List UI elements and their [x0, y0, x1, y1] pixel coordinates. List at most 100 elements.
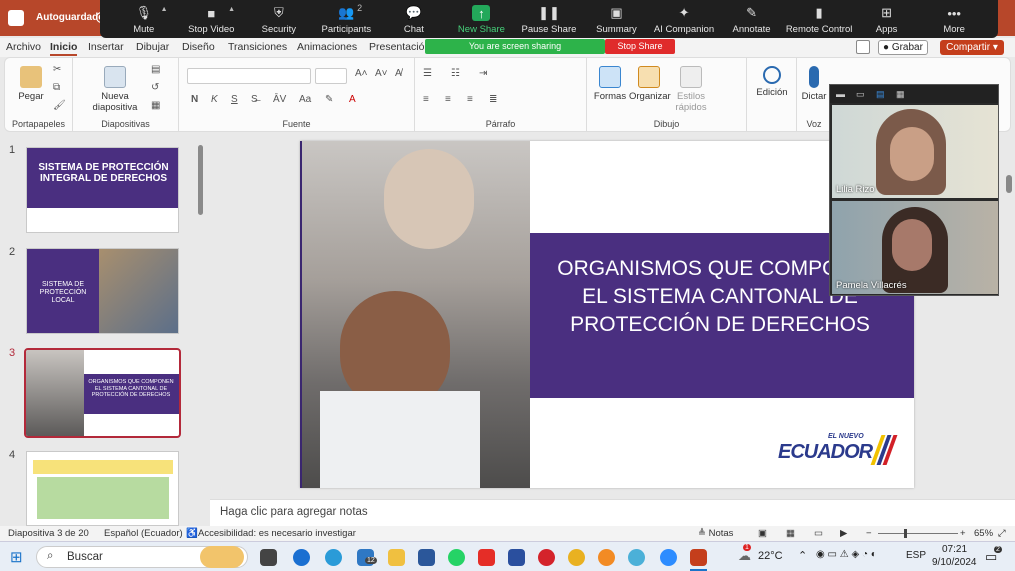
chrome-icon[interactable]: [568, 549, 585, 566]
arrange-button[interactable]: Organizar: [629, 66, 671, 102]
edge-icon[interactable]: [325, 549, 342, 566]
shrink-font-icon[interactable]: A˅: [375, 68, 388, 79]
quick-styles-button[interactable]: Estilos rápidos: [673, 66, 709, 113]
font-color-icon[interactable]: A: [349, 94, 356, 105]
mute-button[interactable]: 🎙 Mute ▲: [110, 0, 178, 35]
numbering-icon[interactable]: ☷: [451, 68, 460, 79]
opera-icon[interactable]: [538, 549, 555, 566]
slide-thumbnail-4[interactable]: [26, 451, 179, 526]
remote-control-button[interactable]: ▮ Remote Control: [785, 0, 853, 35]
whatsapp-icon[interactable]: [448, 549, 465, 566]
word-icon[interactable]: [418, 549, 435, 566]
ai-companion-button[interactable]: ✦ AI Companion: [650, 0, 718, 35]
tab-inicio[interactable]: Inicio: [50, 41, 78, 56]
slideshow-icon[interactable]: ▶: [840, 528, 847, 539]
chevron-up-icon[interactable]: ▲: [161, 6, 168, 13]
mail-icon[interactable]: 12: [357, 549, 377, 566]
slide-thumbnail-3[interactable]: ORGANISMOS QUE COMPONEN EL SISTEMA CANTO…: [24, 348, 181, 438]
align-center-icon[interactable]: ≡: [445, 94, 451, 105]
clock-date[interactable]: 9/10/2024: [932, 557, 977, 568]
firefox-icon[interactable]: [598, 549, 615, 566]
windows-start-icon[interactable]: ⊞: [10, 548, 23, 566]
slide-thumbnail-1[interactable]: SISTEMA DE PROTECCIÓN INTEGRAL DE DERECH…: [26, 147, 179, 233]
case-icon[interactable]: Aa: [299, 94, 311, 105]
share-button[interactable]: Compartir ▾: [940, 40, 1004, 55]
summary-button[interactable]: ▣ Summary: [583, 0, 651, 35]
section-icon[interactable]: ▦: [151, 100, 160, 111]
tab-dibujar[interactable]: Dibujar: [136, 41, 169, 53]
format-painter-icon[interactable]: 🖌: [53, 100, 66, 111]
facebook-icon[interactable]: [293, 549, 310, 566]
align-right-icon[interactable]: ≡: [467, 94, 473, 105]
tray-icons[interactable]: ◉ ▭ ⚠ ◈ ◔ ◐: [816, 549, 877, 560]
font-size-select[interactable]: [315, 68, 347, 84]
notes-pane[interactable]: Haga clic para agregar notas: [210, 499, 1015, 526]
slide-sorter-icon[interactable]: ▦: [786, 528, 795, 539]
spacing-icon[interactable]: ĀV: [273, 94, 286, 105]
bold-icon[interactable]: N: [191, 94, 198, 105]
current-slide[interactable]: ConsejoIgualdad I ORGANISMOS QUE COMPONE…: [300, 141, 914, 488]
layout-icon[interactable]: ▤: [151, 64, 160, 75]
tab-archivo[interactable]: Archivo: [6, 41, 41, 53]
slide-scrollbar[interactable]: [1004, 100, 1014, 470]
editing-button[interactable]: Edición: [751, 66, 793, 98]
indent-icon[interactable]: ⇥: [479, 68, 487, 79]
cut-icon[interactable]: ✂: [53, 64, 61, 75]
flowers-widget-icon[interactable]: [200, 546, 244, 568]
clock-time[interactable]: 07:21: [942, 544, 967, 555]
tab-animaciones[interactable]: Animaciones: [297, 41, 357, 53]
gallery-view-icon[interactable]: ▦: [896, 89, 905, 100]
new-slide-button[interactable]: Nueva diapositiva: [87, 66, 143, 113]
vpn-icon[interactable]: [508, 549, 525, 566]
strikethrough-icon[interactable]: S̶: [251, 94, 258, 105]
pause-share-button[interactable]: ❚❚ Pause Share: [515, 0, 583, 35]
zoom-slider-thumb[interactable]: [904, 529, 907, 538]
tab-insertar[interactable]: Insertar: [88, 41, 124, 53]
participants-button[interactable]: 👥 Participants 2: [313, 0, 381, 35]
reading-view-icon[interactable]: ▭: [814, 528, 823, 539]
paste-button[interactable]: Pegar: [13, 66, 49, 102]
video-tile-1[interactable]: Lilia Rizo: [832, 105, 998, 198]
grow-font-icon[interactable]: A˄: [355, 68, 368, 79]
video-tile-2[interactable]: Pamela Villacrés: [832, 201, 998, 294]
chat-button[interactable]: 💬 Chat: [380, 0, 448, 35]
tab-diseno[interactable]: Diseño: [182, 41, 215, 53]
speaker-view-icon[interactable]: ▭: [856, 89, 865, 100]
font-family-select[interactable]: [187, 68, 311, 84]
zoom-level[interactable]: 65%: [974, 528, 993, 539]
powerpoint-taskbar-icon[interactable]: [690, 549, 707, 566]
highlight-icon[interactable]: ✎: [325, 94, 333, 105]
annotate-button[interactable]: ✎ Annotate: [718, 0, 786, 35]
chevron-up-icon[interactable]: ▲: [228, 6, 235, 13]
notes-button[interactable]: ≜ Notas: [698, 528, 733, 539]
zoom-in-button[interactable]: +: [960, 528, 966, 539]
record-button[interactable]: ● Grabar: [878, 40, 928, 55]
youtube-icon[interactable]: [478, 549, 495, 566]
task-view-icon[interactable]: [260, 549, 277, 566]
comments-icon[interactable]: [856, 40, 870, 54]
temperature[interactable]: 22°C: [758, 550, 783, 562]
dictate-button[interactable]: Dictar: [799, 66, 829, 102]
underline-icon[interactable]: S: [231, 94, 238, 105]
more-button[interactable]: ••• More: [920, 0, 988, 36]
reset-icon[interactable]: ↺: [151, 82, 159, 93]
input-language[interactable]: ESP: [906, 550, 926, 561]
italic-icon[interactable]: K: [211, 94, 218, 105]
file-explorer-icon[interactable]: [388, 549, 405, 566]
copy-icon[interactable]: ⧉: [53, 82, 60, 93]
justify-icon[interactable]: ≣: [489, 94, 497, 105]
zoom-app-icon[interactable]: [660, 549, 677, 566]
tab-transiciones[interactable]: Transiciones: [228, 41, 287, 53]
bullets-icon[interactable]: ☰: [423, 68, 432, 79]
normal-view-icon[interactable]: ▣: [758, 528, 767, 539]
language-indicator[interactable]: Español (Ecuador): [104, 528, 183, 539]
zoom-slider[interactable]: [878, 533, 958, 534]
apps-button[interactable]: ⊞ Apps: [853, 0, 921, 35]
strip-view-icon[interactable]: ▤: [876, 89, 885, 100]
accessibility-status[interactable]: Accesibilidad: es necesario investigar: [198, 528, 356, 539]
clear-format-icon[interactable]: A̸: [395, 68, 402, 79]
new-share-button[interactable]: ↑ New Share: [448, 0, 516, 35]
align-left-icon[interactable]: ≡: [423, 94, 429, 105]
tab-presentacion[interactable]: Presentación: [369, 41, 430, 53]
network-app-icon[interactable]: [628, 549, 645, 566]
